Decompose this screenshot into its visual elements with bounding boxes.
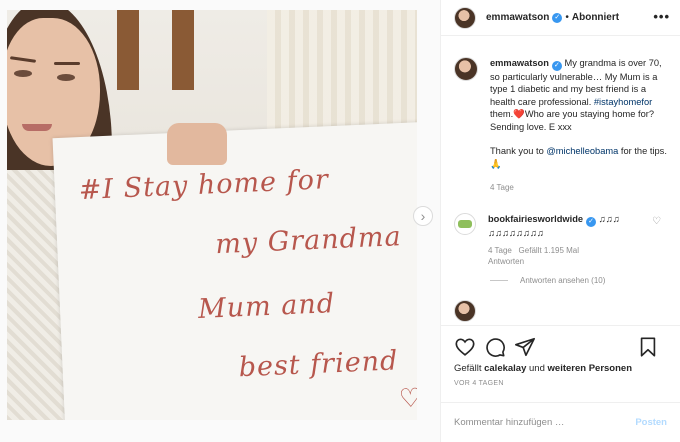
view-replies-button[interactable]: Antworten ansehen (10)	[490, 276, 667, 285]
likes-summary: Gefällt calekalay und weiteren Personen	[454, 363, 667, 374]
likes-prefix: Gefällt	[454, 363, 482, 374]
post-actions: Gefällt calekalay und weiteren Personen …	[441, 325, 680, 395]
likes-mid: und	[529, 363, 545, 374]
verified-badge-icon: ✓	[551, 61, 562, 71]
view-replies-label: Antworten ansehen (10)	[520, 276, 606, 286]
eye	[57, 74, 75, 81]
comment-meta: 4 Tage Gefällt 1.195 Mal Antworten	[488, 245, 648, 267]
action-icons	[454, 336, 667, 358]
caption-body-cont: them.❤️Who are you staying home for? Sen…	[490, 109, 655, 132]
caption-text: emmawatson ✓ My grandma is over 70, so pa…	[490, 57, 667, 195]
next-photo-button[interactable]: ›	[413, 206, 433, 226]
handwritten-sign: #I Stay home for my Grandma Mum and best…	[52, 122, 417, 420]
comment-input[interactable]	[454, 417, 630, 428]
ceiling-beam	[117, 10, 139, 90]
sign-line-4: best friend	[238, 345, 399, 384]
caption: emmawatson ✓ My grandma is over 70, so pa…	[454, 57, 667, 195]
verified-badge-icon: ✓	[552, 12, 563, 23]
comment-reply-button[interactable]: Antworten	[488, 257, 524, 266]
avatar[interactable]	[454, 6, 476, 29]
share-icon[interactable]	[514, 336, 536, 358]
drawn-heart-icon: ♡	[398, 382, 417, 414]
comment-icon[interactable]	[484, 336, 506, 358]
follow-status-button[interactable]: Abonniert	[572, 12, 619, 23]
comment-likes[interactable]: Gefällt 1.195 Mal	[519, 246, 579, 255]
comment-text: bookfairiesworldwide ✓ ♫♫♫ ♫♫♫♫♫♫♫♫ 4 Tag…	[488, 213, 648, 267]
sign-line-1: #I Stay home for	[78, 164, 330, 207]
bookmark-icon[interactable]	[637, 336, 659, 358]
avatar[interactable]	[454, 212, 476, 235]
comment-age[interactable]: 4 Tage	[488, 246, 512, 255]
avatar[interactable]	[454, 300, 476, 323]
ceiling-beam	[172, 10, 194, 90]
caption-age[interactable]: 4 Tage	[490, 182, 667, 194]
eye	[14, 70, 32, 77]
header-username[interactable]: emmawatson	[486, 12, 549, 23]
sign-line-2: my Grandma	[214, 221, 403, 261]
heart-icon[interactable]	[454, 336, 476, 358]
eyebrow	[54, 62, 80, 65]
hand	[167, 123, 227, 165]
mouth	[22, 124, 52, 131]
likes-others-link[interactable]: weiteren Personen	[548, 363, 632, 374]
avatar[interactable]	[454, 57, 478, 81]
caption-username[interactable]: emmawatson	[490, 58, 549, 68]
chevron-right-icon: ›	[420, 208, 426, 224]
post-sidebar: emmawatson ✓ • Abonniert ••• emmawatson ✓…	[440, 0, 680, 442]
hashtag-link[interactable]: #istayhomefor	[594, 97, 652, 107]
post-photo[interactable]: #I Stay home for my Grandma Mum and best…	[7, 10, 417, 420]
eyebrow	[9, 56, 37, 63]
comment-form: Posten	[441, 402, 680, 442]
curtain	[267, 10, 417, 140]
caption-thanks: Thank you to	[490, 146, 544, 157]
comment-like-icon[interactable]: ♡	[652, 216, 661, 227]
separator-dot: •	[565, 12, 569, 23]
comment-item: bookfairiesworldwide ✓ ♫♫♫ ♫♫♫♫♫♫♫♫ 4 Tag…	[454, 212, 667, 267]
comment-username[interactable]: bookfairiesworldwide	[488, 214, 583, 224]
liker-link[interactable]: calekalay	[484, 363, 526, 374]
mention-link[interactable]: @michelleobama	[546, 146, 618, 156]
sign-line-3: Mum and	[197, 288, 336, 326]
comments-section[interactable]: emmawatson ✓ My grandma is over 70, so pa…	[441, 37, 680, 325]
post-comment-button[interactable]: Posten	[635, 417, 667, 428]
post-header: emmawatson ✓ • Abonniert •••	[441, 0, 680, 36]
post-timestamp[interactable]: VOR 4 TAGEN	[454, 380, 667, 387]
more-options-icon[interactable]: •••	[653, 9, 670, 24]
verified-badge-icon: ✓	[586, 216, 597, 227]
comment-item	[454, 300, 667, 323]
